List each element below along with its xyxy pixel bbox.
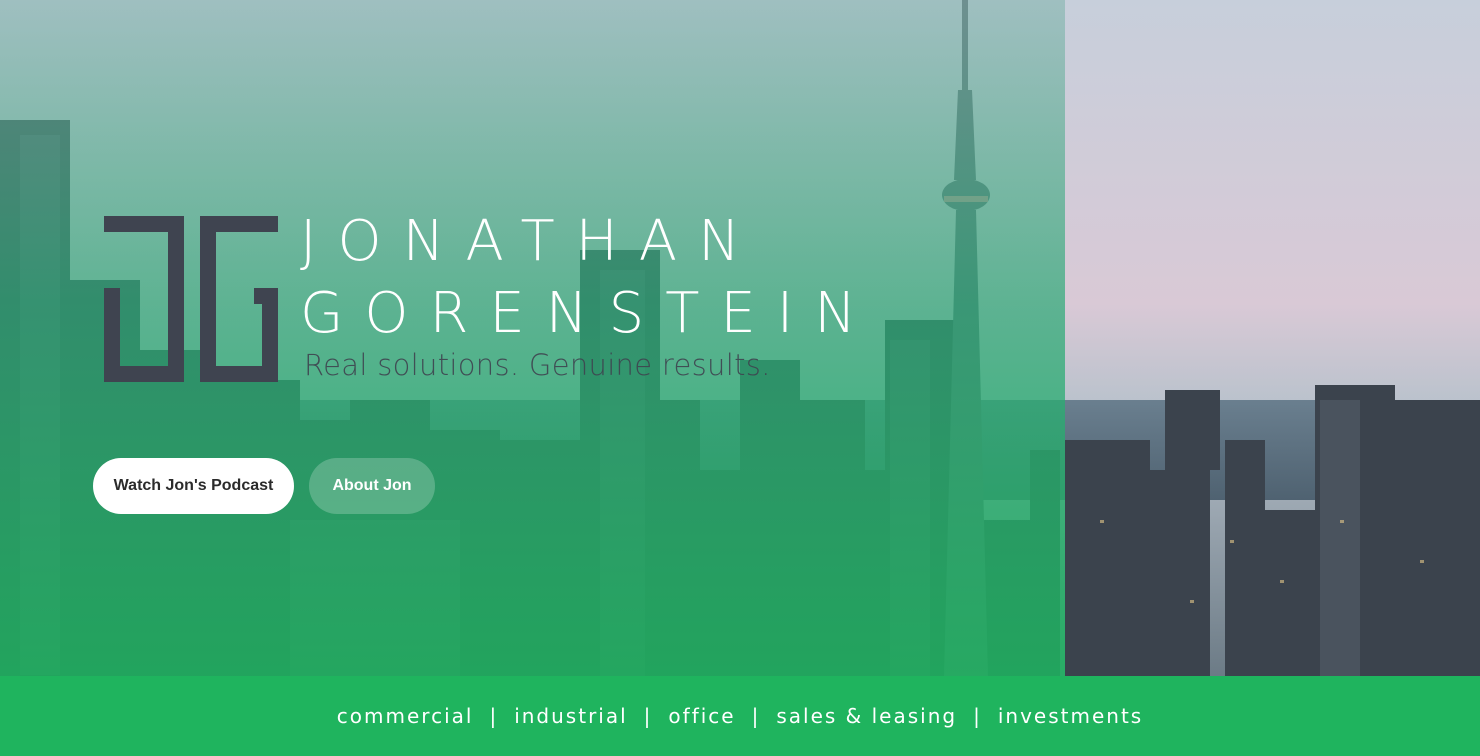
service-office: office xyxy=(668,704,736,728)
brand-name-first: JONATHAN xyxy=(300,209,761,274)
service-separator: | xyxy=(489,704,499,728)
about-jon-button[interactable]: About Jon xyxy=(309,458,435,514)
service-separator: | xyxy=(643,704,653,728)
service-sales-leasing: sales & leasing xyxy=(776,704,958,728)
hero-section: JONATHAN GORENSTEIN Real solutions. Genu… xyxy=(0,0,1480,676)
brand-name-last: GORENSTEIN xyxy=(300,281,878,346)
service-commercial: commercial xyxy=(336,704,474,728)
service-separator: | xyxy=(751,704,761,728)
watch-podcast-button[interactable]: Watch Jon's Podcast xyxy=(93,458,294,514)
brand-tagline: Real solutions. Genuine results. xyxy=(304,348,771,382)
jg-monogram-icon xyxy=(104,216,278,382)
services-bar: commercial | industrial | office | sales… xyxy=(0,676,1480,756)
service-separator: | xyxy=(973,704,982,728)
service-industrial: industrial xyxy=(514,704,628,728)
service-investments: investments xyxy=(997,704,1144,728)
